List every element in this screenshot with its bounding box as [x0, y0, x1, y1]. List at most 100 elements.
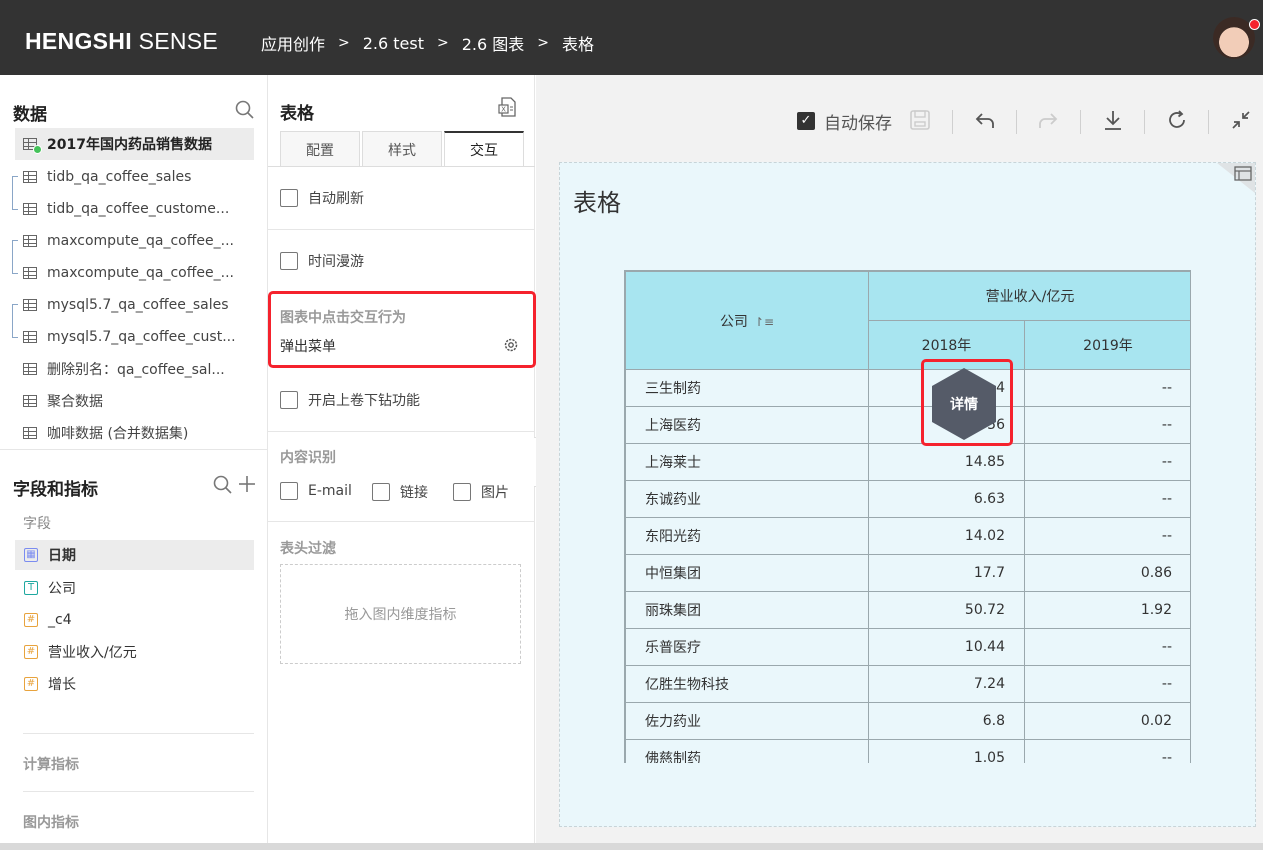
cell-2019[interactable]: --	[1024, 517, 1190, 555]
email-checkbox[interactable]: E-mail	[280, 482, 352, 500]
field-item-revenue[interactable]: # 营业收入/亿元	[15, 637, 254, 667]
column-group-header[interactable]: 营业收入/亿元	[868, 271, 1190, 321]
breadcrumb-item-dashboard[interactable]: 2.6 图表	[462, 31, 525, 55]
checkbox-box[interactable]	[280, 482, 298, 500]
table-row[interactable]: 东阳光药 14.02 --	[625, 517, 1190, 555]
redo-icon[interactable]	[1036, 108, 1060, 140]
search-icon[interactable]	[235, 100, 255, 120]
cell-2018[interactable]: 50.72	[868, 591, 1025, 629]
chart-menu-icon[interactable]	[1217, 163, 1255, 193]
image-checkbox[interactable]: 图片	[453, 482, 509, 502]
cell-2018[interactable]: 6.8	[868, 702, 1025, 740]
header-filter-dropzone[interactable]: 拖入图内维度指标	[280, 564, 521, 664]
cell-company[interactable]: 丽珠集团	[625, 591, 869, 629]
dataset-item[interactable]: mysql5.7_qa_coffee_sales	[15, 289, 254, 321]
cell-2019[interactable]: --	[1024, 628, 1190, 666]
refresh-icon[interactable]	[1165, 108, 1189, 140]
cell-company[interactable]: 东诚药业	[625, 480, 869, 518]
checkbox-label: 链接	[400, 485, 428, 501]
sort-icon[interactable]: ↾≡	[754, 315, 774, 329]
cell-2019[interactable]: --	[1024, 665, 1190, 703]
cell-company[interactable]: 中恒集团	[625, 554, 869, 592]
cell-2018[interactable]: 14.02	[868, 517, 1025, 555]
table-row[interactable]: 亿胜生物科技 7.24 --	[625, 665, 1190, 703]
table-row[interactable]: 上海莱士 14.85 --	[625, 443, 1190, 481]
dataset-item[interactable]: 聚合数据	[15, 385, 254, 417]
column-header-2019[interactable]: 2019年	[1024, 320, 1190, 370]
gear-icon[interactable]	[503, 337, 519, 353]
tab-interaction[interactable]: 交互	[444, 131, 524, 167]
field-item-company[interactable]: T 公司	[15, 573, 254, 603]
tab-config[interactable]: 配置	[280, 131, 360, 167]
dataset-item[interactable]: tidb_qa_coffee_sales	[15, 161, 254, 193]
table-row[interactable]: 乐普医疗 10.44 --	[625, 628, 1190, 666]
checkbox-box[interactable]	[280, 252, 298, 270]
field-item-growth[interactable]: # 增长	[15, 669, 254, 699]
field-label: 日期	[48, 548, 76, 564]
cell-2018[interactable]: 14.85	[868, 443, 1025, 481]
check-icon[interactable]: ✓	[797, 112, 815, 130]
link-checkbox[interactable]: 链接	[372, 482, 428, 502]
cell-2018[interactable]: 1.05	[868, 739, 1025, 763]
search-icon[interactable]	[213, 475, 233, 495]
cell-2019[interactable]: --	[1024, 739, 1190, 763]
dataset-item[interactable]: 咖啡数据 (合并数据集)	[15, 417, 254, 449]
table-row[interactable]: 丽珠集团 50.72 1.92	[625, 591, 1190, 629]
auto-refresh-checkbox[interactable]: 自动刷新	[280, 188, 364, 208]
excel-export-icon[interactable]: X	[498, 97, 518, 117]
cell-2019[interactable]: 1.92	[1024, 591, 1190, 629]
cell-2019[interactable]: --	[1024, 406, 1190, 444]
cell-2018[interactable]: 6.63	[868, 480, 1025, 518]
dataset-item[interactable]: maxcompute_qa_coffee_...	[15, 257, 254, 289]
column-header-company[interactable]: 公司 ↾≡	[625, 271, 869, 370]
drill-checkbox[interactable]: 开启上卷下钻功能	[280, 390, 420, 410]
click-behavior-value[interactable]: 弹出菜单	[280, 336, 336, 356]
cell-2019[interactable]: --	[1024, 480, 1190, 518]
time-roam-checkbox[interactable]: 时间漫游	[280, 251, 364, 271]
table-row[interactable]: 中恒集团 17.7 0.86	[625, 554, 1190, 592]
cell-2018[interactable]: 10.44	[868, 628, 1025, 666]
cell-2019[interactable]: 0.86	[1024, 554, 1190, 592]
table-row[interactable]: 佐力药业 6.8 0.02	[625, 702, 1190, 740]
cell-company[interactable]: 亿胜生物科技	[625, 665, 869, 703]
dataset-item[interactable]: 删除别名：qa_coffee_sal...	[15, 353, 254, 385]
cell-2018[interactable]: 7.24	[868, 665, 1025, 703]
field-item-date[interactable]: ▦ 日期	[15, 540, 254, 570]
field-item-c4[interactable]: # _c4	[15, 605, 254, 635]
tab-style[interactable]: 样式	[362, 131, 442, 167]
save-icon[interactable]	[909, 109, 931, 141]
download-icon[interactable]	[1101, 108, 1125, 140]
dataset-item[interactable]: mysql5.7_qa_coffee_cust...	[15, 321, 254, 353]
table-row[interactable]: 三生制药 4 --	[625, 369, 1190, 407]
cell-2018[interactable]: 17.7	[868, 554, 1025, 592]
undo-icon[interactable]	[973, 108, 997, 140]
chart-card[interactable]: 表格 公司 ↾≡ 营业收入/亿元 2018年 2019年 三生制药 4 -- 上海医药 5…	[559, 162, 1256, 827]
table-row[interactable]: 东诚药业 6.63 --	[625, 480, 1190, 518]
checkbox-box[interactable]	[453, 483, 471, 501]
collapse-icon[interactable]	[1229, 108, 1253, 140]
cell-company[interactable]: 乐普医疗	[625, 628, 869, 666]
table-row[interactable]: 佛慈制药 1.05 --	[625, 739, 1190, 763]
dataset-item[interactable]: tidb_qa_coffee_custome...	[15, 193, 254, 225]
checkbox-box[interactable]	[372, 483, 390, 501]
breadcrumb-item-app-create[interactable]: 应用创作	[261, 31, 325, 55]
add-icon[interactable]	[238, 475, 256, 493]
dataset-item[interactable]: maxcompute_qa_coffee_...	[15, 225, 254, 257]
cell-company[interactable]: 上海莱士	[625, 443, 869, 481]
table-row[interactable]: 上海医药 56 --	[625, 406, 1190, 444]
horizontal-scrollbar[interactable]	[0, 843, 1263, 850]
cell-company[interactable]: 上海医药	[625, 406, 869, 444]
checkbox-box[interactable]	[280, 391, 298, 409]
cell-company[interactable]: 三生制药	[625, 369, 869, 407]
cell-company[interactable]: 东阳光药	[625, 517, 869, 555]
checkbox-box[interactable]	[280, 189, 298, 207]
dataset-item[interactable]: 2017年国内药品销售数据	[15, 128, 254, 160]
breadcrumb-item-app[interactable]: 2.6 test	[363, 34, 424, 53]
app-logo[interactable]: HENGSHI SENSE	[25, 28, 218, 55]
cell-2019[interactable]: --	[1024, 443, 1190, 481]
cell-2019[interactable]: --	[1024, 369, 1190, 407]
cell-2019[interactable]: 0.02	[1024, 702, 1190, 740]
cell-company[interactable]: 佐力药业	[625, 702, 869, 740]
cell-company[interactable]: 佛慈制药	[625, 739, 869, 763]
autosave-checkbox[interactable]: ✓ 自动保存	[797, 105, 892, 137]
